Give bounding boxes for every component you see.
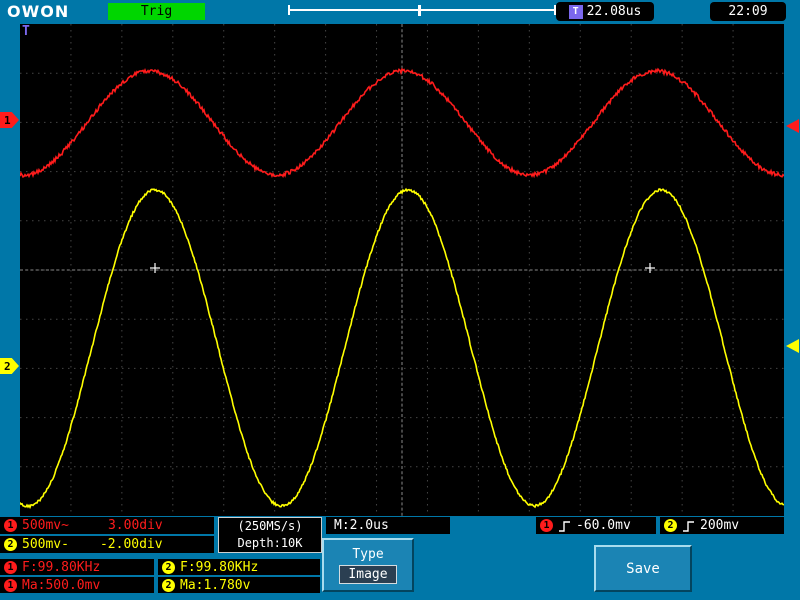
oscilloscope-screen: { "colors": { "background": "#0077a8", "… xyxy=(0,0,800,600)
hpos-indicator-bar[interactable] xyxy=(288,5,556,17)
rising-edge-icon xyxy=(559,520,570,532)
trig-status-button[interactable]: Trig xyxy=(108,3,205,20)
ch2-frequency-value: F:99.80KHz xyxy=(180,559,259,575)
ch1-position-label: 1 xyxy=(4,113,11,127)
ch1-amplitude-value: Ma:500.0mv xyxy=(22,577,101,593)
ch2-frequency-strip: 2 F:99.80KHz xyxy=(158,559,320,575)
ch1-frequency-value: F:99.80KHz xyxy=(22,559,101,575)
hpos-left-tick xyxy=(288,5,290,15)
memory-depth-value: Depth:10K xyxy=(237,536,303,550)
ch2-position-label: 2 xyxy=(4,359,11,373)
ch2-trigger-level-arrow[interactable] xyxy=(786,339,799,353)
trigger1-level-value: -60.0mv xyxy=(576,518,631,533)
ch1-vertical-position: 3.00div xyxy=(107,518,163,533)
ch1-scale-strip: 1 500mv~ 3.00div xyxy=(0,517,214,534)
ch1-badge: 1 xyxy=(4,519,17,532)
trigger1-badge: 1 xyxy=(540,519,553,532)
save-button-label: Save xyxy=(626,560,660,577)
trigger2-level-value: 200mv xyxy=(700,518,740,533)
trigger-time-marker: T xyxy=(22,24,30,39)
clock-box: 22:09 xyxy=(710,2,786,21)
ch1-volts-per-div: 500mv~ xyxy=(22,518,69,533)
trigger1-strip: 1 -60.0mv xyxy=(536,517,656,534)
ch2-badge: 2 xyxy=(162,578,175,592)
scope-display: T xyxy=(20,24,784,516)
trigger-delay-box: T 22.08us xyxy=(556,2,654,21)
trigger-delay-value: 22.08us xyxy=(586,4,642,19)
waveform-layer xyxy=(20,24,784,516)
save-button[interactable]: Save xyxy=(594,545,692,592)
brand-logo: OWON xyxy=(7,2,70,21)
ch2-badge: 2 xyxy=(4,538,17,551)
ch1-trigger-level-arrow[interactable] xyxy=(786,119,799,133)
ch1-frequency-strip: 1 F:99.80KHz xyxy=(0,559,154,575)
type-menu-button[interactable]: Type Image xyxy=(322,538,414,592)
ch2-badge: 2 xyxy=(162,560,175,574)
sample-rate-value: (250MS/s) xyxy=(237,519,303,533)
trig-status-label: Trig xyxy=(140,4,173,19)
ch2-position-marker[interactable]: 2 xyxy=(0,358,19,374)
trigger2-strip: 2 200mv xyxy=(660,517,784,534)
ch2-volts-per-div: 500mv- xyxy=(22,537,69,552)
ch2-vertical-position: -2.00div xyxy=(99,537,163,552)
type-menu-value[interactable]: Image xyxy=(339,564,397,584)
clock-value: 22:09 xyxy=(728,4,768,19)
acquisition-box: (250MS/s) Depth:10K xyxy=(218,517,322,553)
ch1-position-marker[interactable]: 1 xyxy=(0,112,19,128)
type-menu-label: Type xyxy=(352,546,384,562)
ch1-badge: 1 xyxy=(4,578,17,592)
timebase-value: M:2.0us xyxy=(334,518,389,533)
ch1-badge: 1 xyxy=(4,560,17,574)
ch2-amplitude-value: Ma:1.780v xyxy=(180,577,251,593)
ch2-scale-strip: 2 500mv- -2.00div xyxy=(0,536,214,553)
ch1-amplitude-strip: 1 Ma:500.0mv xyxy=(0,577,154,593)
timebase-strip: M:2.0us xyxy=(326,517,450,534)
t-trigger-icon: T xyxy=(568,4,583,19)
hpos-trigger-marker[interactable] xyxy=(418,5,421,16)
top-bar: OWON Trig T 22.08us 22:09 xyxy=(0,0,800,24)
rising-edge-icon xyxy=(683,520,694,532)
ch2-amplitude-strip: 2 Ma:1.780v xyxy=(158,577,320,593)
trigger2-badge: 2 xyxy=(664,519,677,532)
